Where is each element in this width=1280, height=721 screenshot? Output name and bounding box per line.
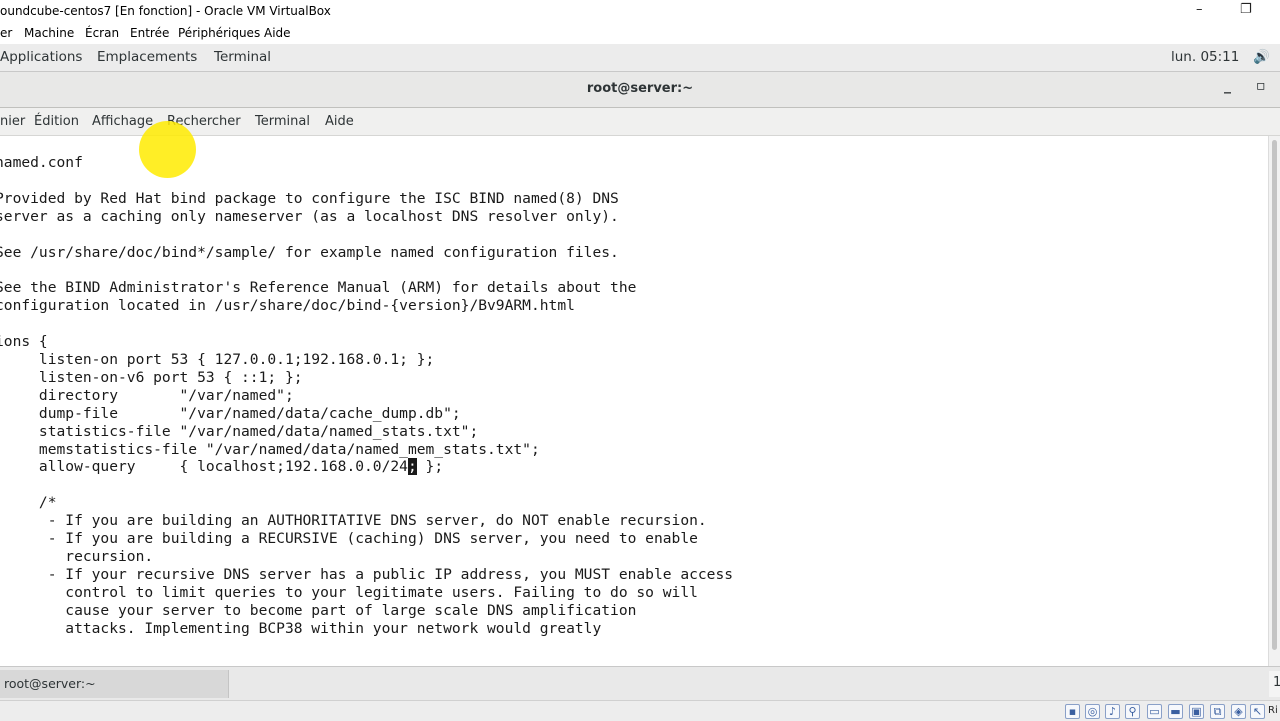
terminal-line: memstatistics-file "/var/named/data/name… [0,440,540,458]
taskbar-item-terminal[interactable]: root@server:~ [0,670,229,698]
vbox-menu-view[interactable]: Écran [85,26,119,40]
gnome-top-bar: Applications Emplacements Terminal lun. … [0,44,1280,72]
vbox-menu-file[interactable]: er [0,26,12,40]
taskbar-item-label: root@server:~ [4,676,96,691]
host-key-label: Ri [1268,705,1278,716]
terminal-app-menu[interactable]: Terminal [214,49,271,65]
applications-menu[interactable]: Applications [0,49,82,65]
terminal-line: recursion. [0,547,154,565]
cpu-icon[interactable]: ◈ [1231,704,1246,719]
shared-folder-icon[interactable]: ▭ [1147,704,1162,719]
places-menu[interactable]: Emplacements [97,49,197,65]
terminal-line: named.conf [0,154,83,171]
usb-icon[interactable]: ⚲ [1125,704,1140,719]
terminal-header-bar: root@server:~ _ ▫ [0,72,1280,108]
mouse-icon[interactable]: ↖ [1250,704,1265,719]
terminal-line: - If you are building a RECURSIVE (cachi… [0,530,698,548]
vbox-menu-devices[interactable]: Périphériques [178,26,260,40]
terminal-line: listen-on-v6 port 53 { ::1; }; [0,368,303,386]
terminal-line: server as a caching only nameserver (as … [0,207,619,225]
terminal-line: /* [0,494,57,512]
vbox-menu-help[interactable]: Aide [264,26,291,40]
terminal-line: Provided by Red Hat bind package to conf… [0,189,619,207]
network-icon[interactable]: ⧉ [1210,704,1225,719]
clock[interactable]: lun. 05:11 [1171,49,1239,65]
terminal-menu-file[interactable]: nier [0,114,25,129]
terminal-line: ions { [0,333,48,351]
terminal-line: cause your server to become part of larg… [0,601,637,619]
cursor-highlight [139,121,196,178]
scrollbar-thumb[interactable] [1272,140,1277,650]
terminal-menu-terminal[interactable]: Terminal [255,114,310,129]
terminal-text: named.conf Provided by Red Hat bind pack… [0,154,733,637]
terminal-line: listen-on port 53 { 127.0.0.1;192.168.0.… [0,350,435,368]
terminal-line: directory "/var/named"; [0,386,294,404]
terminal-line: - If you are building an AUTHORITATIVE D… [0,512,707,530]
terminal-menu-bar: nier Édition Affichage Rechercher Termin… [0,108,1280,136]
terminal-line: attacks. Implementing BCP38 within your … [0,619,602,637]
gnome-window-list: root@server:~ 1 [0,666,1280,701]
vbox-menu-machine[interactable]: Machine [24,26,74,40]
vbox-window-title: oundcube-centos7 [En fonction] - Oracle … [0,4,331,18]
terminal-menu-view[interactable]: Affichage [92,114,153,129]
vbox-status-bar: ▪ ◎ ♪ ⚲ ▭ ▬ ▣ ⧉ ◈ ↖ Ri [0,700,1280,721]
audio-icon[interactable]: ♪ [1105,704,1120,719]
display-icon[interactable]: ▬ [1168,704,1183,719]
hdd-icon[interactable]: ▪ [1065,704,1080,719]
terminal-line: allow-query { localhost;192.168.0.0/24; … [0,458,444,476]
terminal-minimize-button[interactable]: _ [1224,78,1231,94]
terminal-line: dump-file "/var/named/data/cache_dump.db… [0,404,461,422]
workspace-indicator[interactable]: 1 [1269,671,1280,697]
restore-button[interactable]: ❐ [1240,2,1252,17]
workspace-number: 1 [1273,675,1280,690]
vbox-title-bar: oundcube-centos7 [En fonction] - Oracle … [0,0,1280,22]
vbox-menu-input[interactable]: Entrée [130,26,169,40]
terminal-line: control to limit queries to your legitim… [0,583,698,601]
terminal-line: See /usr/share/doc/bind*/sample/ for exa… [0,243,619,261]
terminal-line: configuration located in /usr/share/doc/… [0,297,575,315]
terminal-title: root@server:~ [586,81,694,96]
text-cursor: ; [407,458,417,476]
recording-icon[interactable]: ▣ [1189,704,1204,719]
terminal-scrollbar[interactable] [1268,136,1280,666]
terminal-line: See the BIND Administrator's Reference M… [0,279,637,297]
terminal-line: - If your recursive DNS server has a pub… [0,565,734,583]
minimize-button[interactable]: – [1196,2,1203,17]
terminal-menu-edit[interactable]: Édition [34,114,79,129]
terminal-menu-help[interactable]: Aide [325,114,354,129]
optical-icon[interactable]: ◎ [1085,704,1100,719]
volume-icon[interactable]: 🔊 [1253,49,1270,65]
terminal-line: statistics-file "/var/named/data/named_s… [0,422,479,440]
terminal-content[interactable]: named.conf Provided by Red Hat bind pack… [0,136,1268,666]
terminal-maximize-button[interactable]: ▫ [1256,78,1266,94]
vbox-menu-bar: er Machine Écran Entrée Périphériques Ai… [0,22,1280,44]
